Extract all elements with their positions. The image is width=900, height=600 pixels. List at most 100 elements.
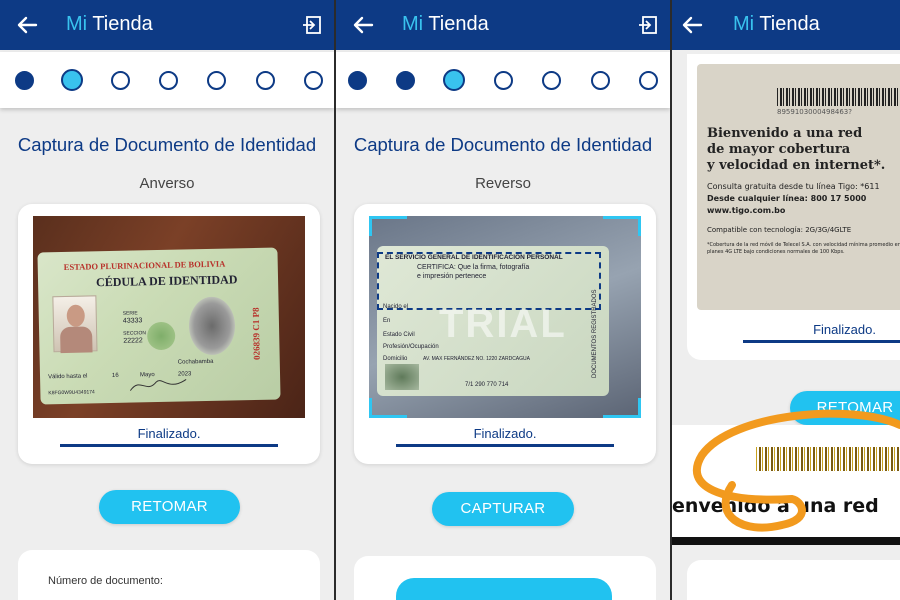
- app-title-suffix: Tienda: [92, 13, 153, 35]
- capture-card: EL SERVICIO GENERAL DE IDENTIFICACIÓN PE…: [354, 204, 656, 464]
- app-bar: Mi Tienda: [336, 0, 670, 50]
- document-number-label: Número de documento:: [48, 575, 163, 587]
- id-back-photo: EL SERVICIO GENERAL DE IDENTIFICACIÓN PE…: [369, 216, 641, 418]
- step-dot-5: [542, 71, 561, 90]
- side-label: Reverso: [475, 175, 531, 192]
- status-text: Finalizado.: [473, 426, 537, 441]
- profesion-label: Profesión/Ocupación: [383, 344, 439, 350]
- screen-anverso: Mi Tienda Captura de Documento de Identi…: [0, 0, 334, 600]
- step-dot-2: [396, 71, 415, 90]
- app-title: Mi Tienda: [66, 13, 153, 36]
- serie-value: 43333: [122, 317, 143, 325]
- seccion-label: SECCION: [123, 330, 146, 337]
- status-text: Finalizado.: [813, 322, 876, 337]
- card-state: ESTADO PLURINACIONAL DE BOLIVIA: [63, 258, 226, 272]
- frame-corner-br: [603, 398, 641, 418]
- estado-civil-label: Estado Civil: [383, 332, 415, 338]
- screen-reverso: Mi Tienda Captura de Documento de Identi…: [336, 0, 670, 600]
- capture-card: 8959103000498463? Bienvenido a una red d…: [687, 54, 900, 360]
- consulta-text: Consulta gratuita desde tu línea Tigo: *…: [707, 182, 880, 191]
- app-bar: Mi Tienda: [0, 0, 334, 50]
- logout-icon[interactable]: [302, 15, 322, 35]
- compat-text: Compatible con tecnología: 2G/3G/4GLTE: [707, 226, 852, 234]
- details-card: Número de documento:: [18, 550, 320, 600]
- domicilio-value: AV. MAX FERNÁNDEZ NO. 1220 ZARDCAGUA: [423, 356, 530, 362]
- step-dot-5: [207, 71, 226, 90]
- next-button[interactable]: [396, 578, 612, 600]
- step-dot-1: [348, 71, 367, 90]
- screen-sim: Mi Tienda 8959103000498463? Bienvenido a…: [672, 0, 900, 600]
- step-dot-1: [15, 71, 34, 90]
- map-emblem: [385, 364, 419, 390]
- app-title-suffix: Tienda: [428, 13, 489, 35]
- card-title: CÉDULA DE IDENTIDAD: [95, 272, 238, 290]
- step-dot-4: [494, 71, 513, 90]
- barcode-image: [777, 88, 900, 106]
- progress-stepper: [336, 52, 670, 108]
- place-text: Cochabamba: [177, 358, 214, 366]
- details-card: [687, 560, 900, 600]
- frame-corner-bl: [369, 398, 407, 418]
- capture-card: ESTADO PLURINACIONAL DE BOLIVIA CÉDULA D…: [18, 204, 320, 464]
- frame-corner-tr: [603, 216, 641, 236]
- trial-watermark: TRIAL: [439, 302, 567, 346]
- back-arrow-icon[interactable]: [352, 13, 374, 37]
- page-title: Captura de Documento de Identidad: [17, 134, 317, 155]
- page-title: Captura de Documento de Identidad: [353, 134, 653, 155]
- seal-icon: [146, 321, 176, 351]
- app-title: Mi Tienda: [733, 13, 820, 36]
- valid-day: 16: [111, 372, 119, 379]
- step-dot-7: [304, 71, 323, 90]
- card-number: 026839 C1 P8: [250, 307, 262, 361]
- progress-stepper: [0, 52, 334, 108]
- welcome-line-1: Bienvenido a una red: [707, 126, 863, 141]
- domicilio-label: Domicilio: [383, 356, 408, 362]
- welcome-line-3: y velocidad en internet*.: [707, 158, 886, 173]
- highlight-swoosh-icon: [692, 409, 900, 532]
- fingerprint-image: [188, 296, 236, 356]
- card-code: K8FG0W9U4349174: [48, 389, 95, 397]
- step-dot-3: [111, 71, 130, 90]
- serie-label: SERIE: [122, 310, 138, 317]
- welcome-line-2: de mayor cobertura: [707, 142, 851, 157]
- frame-corner-tl: [369, 216, 407, 236]
- website-text: www.tigo.com.bo: [707, 206, 786, 215]
- step-dot-3-current: [443, 69, 465, 91]
- app-title-suffix: Tienda: [759, 13, 820, 35]
- step-dot-6: [591, 71, 610, 90]
- logout-icon[interactable]: [638, 15, 658, 35]
- status-underline: [396, 444, 614, 447]
- sim-card-photo: 8959103000498463? Bienvenido a una red d…: [697, 64, 900, 310]
- app-title-prefix: Mi: [66, 13, 88, 35]
- signature-icon: [129, 379, 187, 391]
- status-text: Finalizado.: [137, 426, 201, 441]
- app-bar: Mi Tienda: [672, 0, 900, 50]
- step-dot-4: [159, 71, 178, 90]
- card-number: 7/1 290 770 714: [465, 382, 509, 388]
- capture-button[interactable]: CAPTURAR: [432, 492, 574, 526]
- status-underline: [60, 444, 278, 447]
- step-dot-6: [256, 71, 275, 90]
- valid-label: Válido hasta el: [47, 373, 88, 381]
- step-dot-7: [639, 71, 658, 90]
- back-arrow-icon[interactable]: [16, 13, 38, 37]
- fine-print: *Cobertura de la red móvil de Telecel S.…: [707, 242, 900, 255]
- desde-text: Desde cualquier línea: 800 17 5000: [707, 194, 867, 203]
- status-underline: [743, 340, 900, 343]
- back-arrow-icon[interactable]: [681, 13, 703, 37]
- step-dot-2-current: [61, 69, 83, 91]
- zoom-bottom-strip: [672, 537, 900, 545]
- app-title-prefix: Mi: [402, 13, 424, 35]
- portrait-photo: [52, 295, 98, 354]
- retake-button[interactable]: RETOMAR: [99, 490, 240, 524]
- seccion-value: 22222: [123, 337, 143, 345]
- id-front-photo: ESTADO PLURINACIONAL DE BOLIVIA CÉDULA D…: [33, 216, 305, 418]
- app-title: Mi Tienda: [402, 13, 489, 36]
- details-card: [354, 556, 656, 600]
- app-title-prefix: Mi: [733, 13, 755, 35]
- en-label: En: [383, 318, 391, 324]
- id-card-front: ESTADO PLURINACIONAL DE BOLIVIA CÉDULA D…: [37, 247, 281, 405]
- zoom-inset: envenido a una red: [672, 409, 900, 545]
- side-label: Anverso: [139, 175, 195, 192]
- barcode-number: 8959103000498463?: [777, 108, 852, 116]
